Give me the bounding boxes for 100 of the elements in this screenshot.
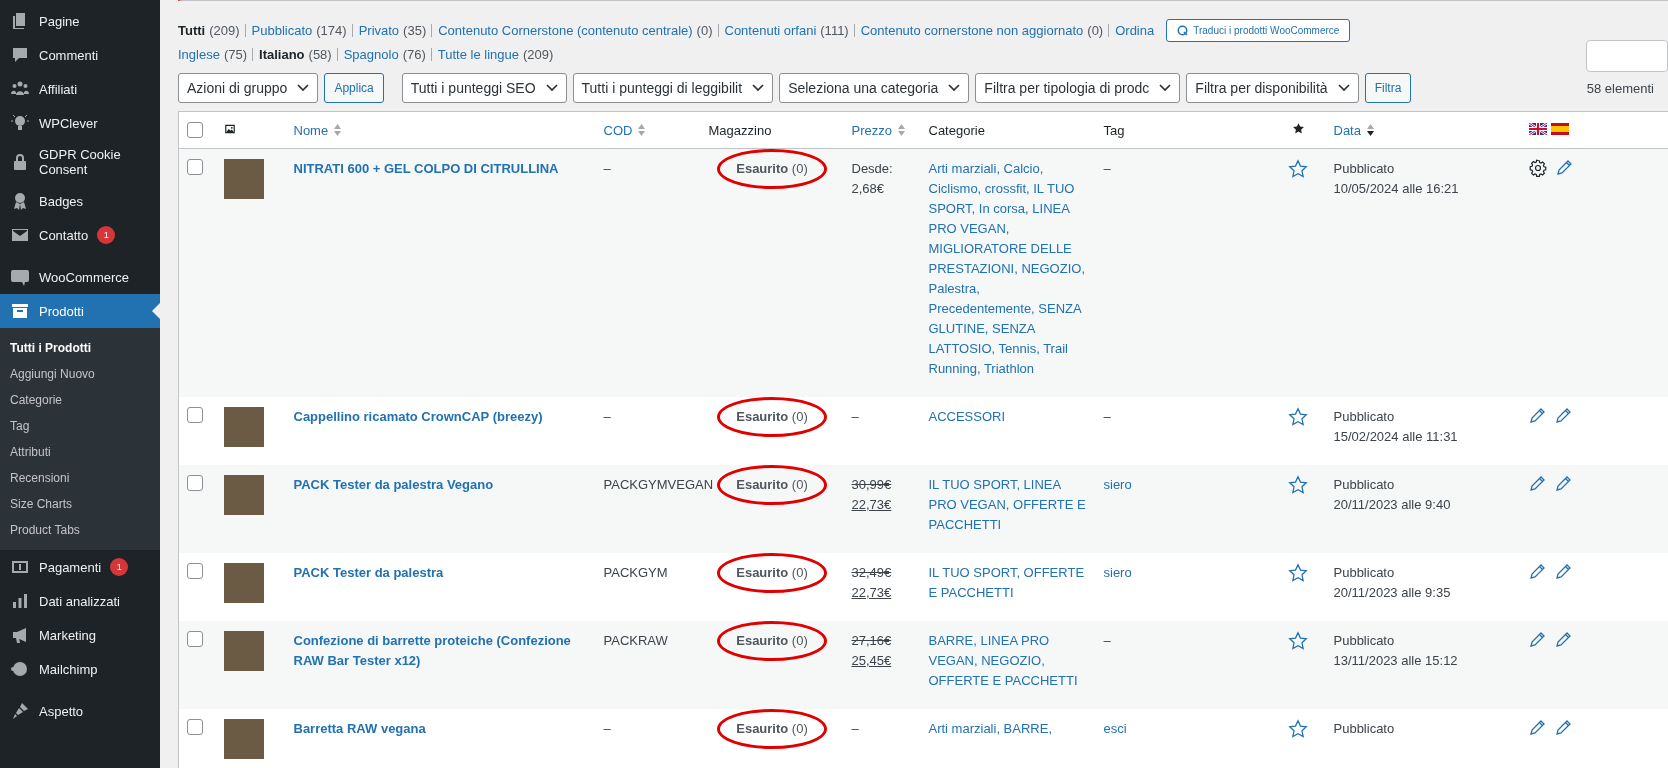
notification-badge: 1 (110, 558, 129, 576)
pencil-icon[interactable] (1528, 407, 1546, 424)
status-count: (209) (209, 22, 240, 38)
menu-item[interactable]: Commenti (0, 38, 160, 72)
translate-icon (1177, 24, 1189, 36)
column-header: Tag (1103, 122, 1125, 138)
pencil-icon[interactable] (1528, 719, 1546, 736)
menu-item[interactable]: Affiliati (0, 72, 160, 106)
status-filter-link[interactable]: Privato (358, 22, 400, 38)
star-icon[interactable] (1288, 631, 1308, 651)
menu-item[interactable]: Pagamenti 1 (0, 550, 160, 584)
column-sort-link[interactable]: Nome (293, 122, 329, 138)
submenu-item[interactable]: Categorie (0, 387, 160, 413)
pencil-icon[interactable] (1554, 475, 1572, 492)
tag-text[interactable]: siero (1103, 565, 1132, 580)
tag-text[interactable]: esci (1103, 721, 1127, 736)
status-count: (0) (1087, 22, 1104, 38)
menu-item[interactable]: Aspetto (0, 694, 160, 728)
spain-flag-icon[interactable] (1550, 122, 1569, 135)
category-links[interactable]: IL TUO SPORT, OFFERTE E PACCHETTI (928, 563, 1088, 603)
column-sort-link[interactable]: Prezzo (851, 122, 892, 138)
language-filter-link[interactable]: Spagnolo (343, 46, 399, 62)
language-filter-link[interactable]: Italiano (259, 46, 305, 62)
filter-dropdown[interactable]: Seleziona una categoria (779, 73, 970, 103)
sku-text: PACKGYM (603, 565, 668, 580)
menu-item[interactable]: Dati analizzati (0, 584, 160, 618)
row-checkbox[interactable] (187, 407, 203, 423)
empty-price: – (851, 721, 859, 736)
pencil-icon[interactable] (1528, 631, 1546, 648)
menu-item[interactable]: Mailchimp (0, 652, 160, 686)
star-icon[interactable] (1288, 563, 1308, 583)
pencil-icon[interactable] (1554, 563, 1572, 580)
menu-item[interactable]: GDPR Cookie Consent (0, 140, 160, 184)
row-checkbox[interactable] (187, 475, 203, 491)
menu-item[interactable]: Marketing (0, 618, 160, 652)
menu-item[interactable]: Contatto 1 (0, 218, 160, 252)
language-filter-link[interactable]: Inglese (178, 46, 220, 62)
submenu-item[interactable]: Product Tabs (0, 517, 160, 543)
menu-item[interactable]: Pagine (0, 4, 160, 38)
settings-icon[interactable] (1528, 159, 1547, 177)
status-filter-link[interactable]: Contenuto cornerstone non aggiornato (860, 22, 1084, 38)
tag-text[interactable]: siero (1103, 477, 1132, 492)
pencil-icon[interactable] (1528, 475, 1546, 492)
action-button[interactable]: Applica (324, 73, 384, 103)
star-icon[interactable] (1288, 475, 1308, 495)
status-filter-link[interactable]: Contenuti orfani (724, 22, 817, 38)
column-sort-link[interactable]: Data (1333, 122, 1361, 138)
row-checkbox[interactable] (187, 631, 203, 647)
lightbulb-icon (10, 113, 30, 133)
product-name-link[interactable]: NITRATI 600 + GEL COLPO DI CITRULLINA (293, 159, 588, 179)
submenu-item[interactable]: Size Charts (0, 491, 160, 517)
action-button[interactable]: Filtra (1364, 73, 1412, 103)
uk-flag-icon[interactable] (1528, 122, 1547, 135)
star-icon[interactable] (1288, 159, 1308, 179)
submenu-item[interactable]: Tutti i Prodotti (0, 335, 160, 361)
language-filter-link[interactable]: Tutte le lingue (437, 46, 519, 62)
product-name-link[interactable]: PACK Tester da palestra (293, 563, 588, 583)
regular-price: 30,99€ (851, 476, 893, 494)
submenu-item[interactable]: Attributi (0, 439, 160, 465)
star-icon[interactable] (1288, 407, 1308, 427)
menu-item[interactable]: Badges (0, 184, 160, 218)
status-filter-link[interactable]: Pubblicato (251, 22, 313, 38)
filter-dropdown[interactable]: Tutti i punteggi di leggibilit (572, 73, 774, 103)
translate-products-button[interactable]: Traduci i prodotti WooCommerce (1166, 18, 1351, 42)
archive-box-icon (10, 301, 30, 321)
column-sort-link[interactable]: COD (603, 122, 633, 138)
filter-dropdown[interactable]: Tutti i punteggi SEO (401, 73, 567, 103)
category-links[interactable]: ACCESSORI (928, 407, 1088, 427)
menu-item[interactable]: WPClever (0, 106, 160, 140)
filter-dropdown[interactable]: Azioni di gruppo (178, 73, 319, 103)
star-icon[interactable] (1288, 719, 1308, 739)
row-checkbox[interactable] (187, 563, 203, 579)
submenu-item[interactable]: Tag (0, 413, 160, 439)
language-count: (76) (402, 46, 426, 62)
product-name-link[interactable]: Cappellino ricamato CrownCAP (breezy) (293, 407, 588, 427)
publish-date: 13/11/2023 alle 15:12 (1333, 653, 1458, 668)
pencil-icon[interactable] (1554, 719, 1572, 736)
submenu-item[interactable]: Recensioni (0, 465, 160, 491)
pencil-icon[interactable] (1528, 563, 1546, 580)
filter-dropdown[interactable]: Filtra per tipologia di prodc (975, 73, 1181, 103)
row-checkbox[interactable] (187, 719, 203, 735)
menu-item[interactable]: Prodotti (0, 294, 160, 328)
sale-price: 22,73€ (851, 496, 893, 514)
submenu-item[interactable]: Aggiungi Nuovo (0, 361, 160, 387)
pencil-icon[interactable] (1554, 631, 1572, 648)
row-checkbox[interactable] (187, 159, 203, 175)
pencil-icon[interactable] (1554, 407, 1572, 424)
menu-item[interactable]: WooCommerce (0, 260, 160, 294)
select-all-checkbox[interactable] (187, 122, 203, 138)
product-name-link[interactable]: Barretta RAW vegana (293, 719, 588, 739)
status-filter-link[interactable]: Contenuto Cornerstone (contenuto centrale) (438, 22, 693, 38)
status-filter-link[interactable]: Tutti (178, 22, 206, 38)
pencil-icon[interactable] (1555, 159, 1573, 176)
search-field[interactable] (1586, 40, 1668, 72)
language-count: (75) (223, 46, 248, 62)
stock-status: Esaurito (0) (736, 565, 808, 580)
price: 2,68€ (851, 181, 885, 196)
status-filter-link[interactable]: Ordina (1115, 22, 1155, 38)
category-links[interactable]: Arti marziali, BARRE, (928, 719, 1088, 739)
filter-dropdown[interactable]: Filtra per disponibilità (1186, 73, 1359, 103)
